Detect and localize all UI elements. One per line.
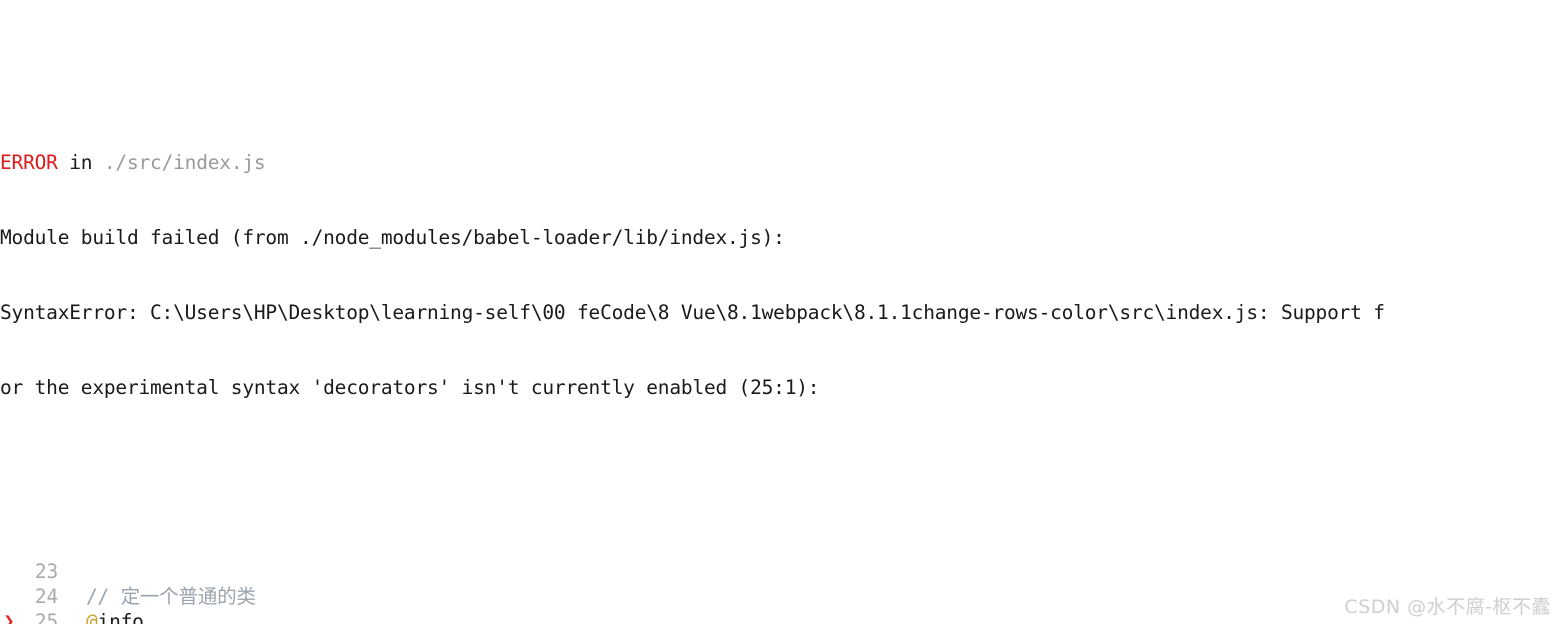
code-line-row: ❯ 25 @info — [0, 609, 1559, 624]
error-header-line-3: SyntaxError: C:\Users\HP\Desktop\learnin… — [0, 301, 1385, 324]
code-line-number: 23 — [34, 560, 58, 583]
error-header-line-1: ERROR in ./src/index.js — [0, 150, 1559, 175]
error-header-line-2: Module build failed (from ./node_modules… — [0, 226, 785, 249]
code-token-at: @ — [86, 610, 98, 624]
error-keyword: ERROR — [0, 151, 58, 174]
code-line-text: // 定一个普通的类 — [86, 584, 1559, 609]
error-header-line-4: or the experimental syntax 'decorators' … — [0, 376, 820, 399]
build-error-console: ERROR in ./src/index.js Module build fai… — [0, 0, 1559, 624]
error-file-path: ./src/index.js — [103, 151, 266, 174]
code-token-comment: // 定一个普通的类 — [86, 585, 256, 608]
error-pointer-icon: ❯ — [3, 611, 15, 624]
code-token-ident: info — [97, 610, 144, 624]
code-line-row: 23 — [0, 559, 1559, 584]
error-in-word: in — [57, 151, 104, 174]
code-line-text: @info — [86, 609, 1559, 624]
error-header: ERROR in ./src/index.js Module build fai… — [0, 100, 1559, 450]
code-frame: 2324// 定一个普通的类❯25@info^26class Person {}… — [0, 559, 1559, 624]
code-line-row: 24 // 定一个普通的类 — [0, 584, 1559, 609]
code-line-number: 25 — [34, 610, 58, 624]
code-line-number: 24 — [34, 585, 58, 608]
